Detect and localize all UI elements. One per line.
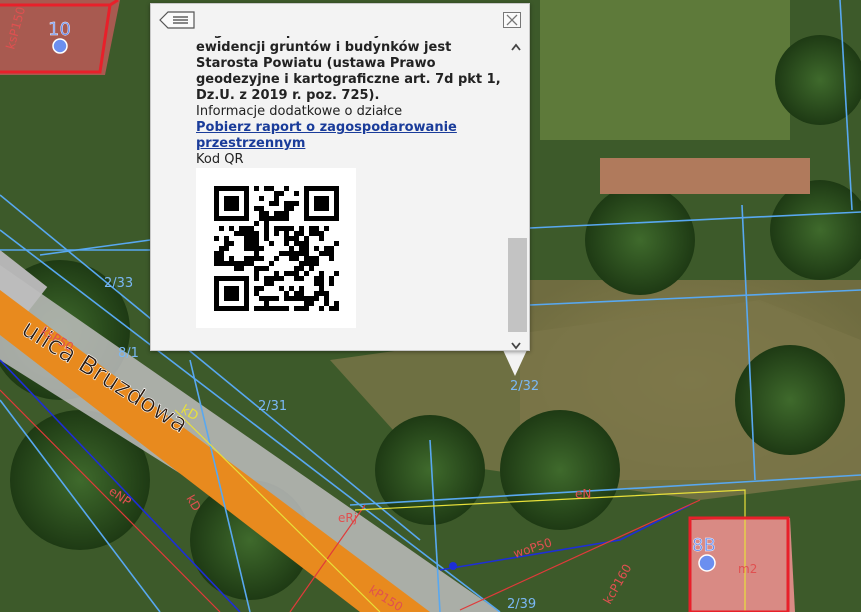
- list-back-icon: [159, 11, 195, 29]
- feature-info-popup: Organem odpowiedzialnym za dane ewidencj…: [150, 3, 530, 351]
- back-button[interactable]: [159, 11, 195, 29]
- tree-canopy: [775, 35, 861, 125]
- utility-node: [449, 562, 457, 570]
- qr-code: [196, 168, 356, 328]
- data-source-statement: Organem odpowiedzialnym za dane ewidencj…: [196, 36, 501, 103]
- building-roof: [600, 158, 810, 194]
- utility-label: eN: [575, 487, 591, 501]
- scrollbar-thumb[interactable]: [508, 238, 527, 332]
- close-icon: [503, 12, 521, 28]
- parcel-label: 2/33: [104, 276, 133, 291]
- popup-scrollbar[interactable]: [506, 40, 527, 350]
- address-point-8b[interactable]: [698, 554, 716, 572]
- parcel-label: 2/31: [258, 399, 287, 414]
- address-point-10[interactable]: [52, 38, 68, 54]
- grass-area: [540, 0, 790, 140]
- popup-pointer: [503, 350, 527, 376]
- popup-body[interactable]: Organem odpowiedzialnym za dane ewidencj…: [151, 36, 507, 346]
- chevron-down-icon[interactable]: [510, 340, 522, 350]
- parcel-label: 2/32: [510, 379, 539, 394]
- utility-label: eRj: [338, 511, 357, 525]
- close-button[interactable]: [503, 12, 521, 28]
- qr-label: Kod QR: [196, 152, 244, 167]
- parcel-label: 8/1: [118, 346, 139, 361]
- parcel-label: 2/39: [507, 597, 536, 612]
- utility-label: m2: [738, 562, 757, 576]
- chevron-up-icon[interactable]: [510, 42, 522, 52]
- report-download-link[interactable]: Pobierz raport o zagospodarowanie przest…: [196, 120, 506, 152]
- house-number-label: 8B: [692, 535, 716, 556]
- tree-canopy: [500, 410, 620, 530]
- tree-canopy: [585, 185, 695, 295]
- additional-info-label: Informacje dodatkowe o działce: [196, 104, 403, 119]
- house-number-label: 10: [48, 19, 71, 40]
